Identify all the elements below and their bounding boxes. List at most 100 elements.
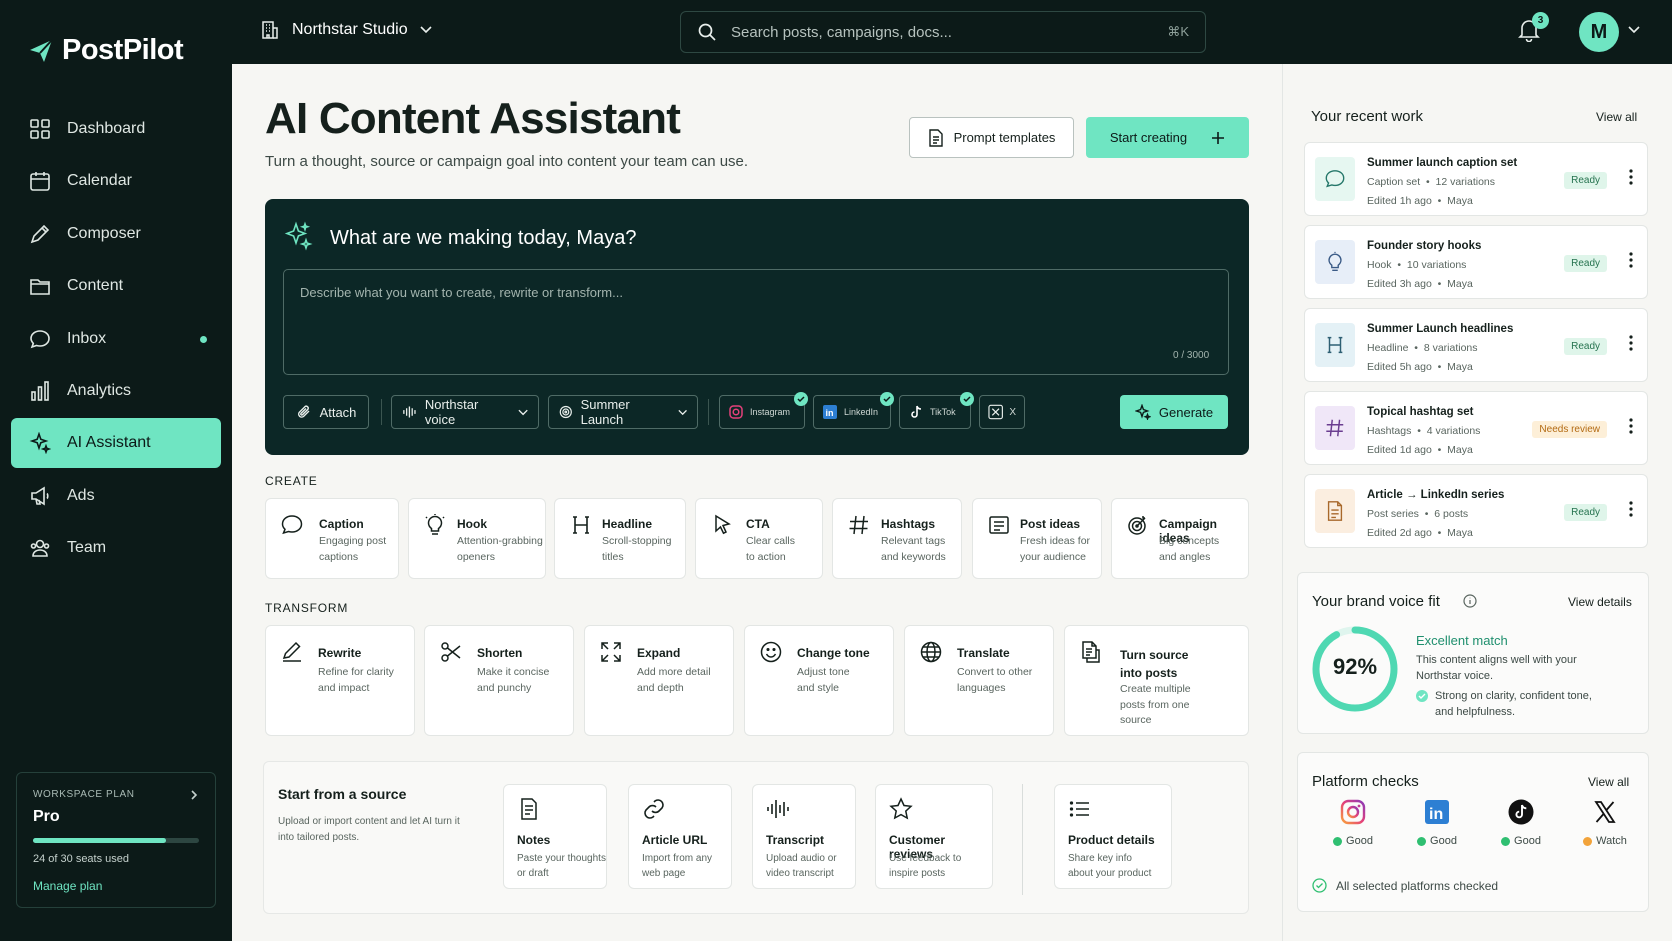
recent-item-title: Summer Launch headlines [1367, 323, 1514, 335]
prompt-textarea[interactable] [283, 269, 1229, 375]
card-title: Headline [602, 517, 653, 531]
status-dot [1583, 836, 1593, 846]
source-card-product-details[interactable]: Product details Share key info about your… [1054, 784, 1172, 889]
sidebar-item-inbox[interactable]: Inbox [11, 314, 221, 364]
card-title: Product details [1068, 833, 1155, 847]
kebab-menu-icon[interactable] [1629, 169, 1633, 185]
card-desc: Adjust tone and style [797, 666, 850, 694]
source-card-transcript[interactable]: Transcript Upload audio or video transcri… [752, 784, 856, 889]
recent-view-all-link[interactable]: View all [1596, 110, 1637, 124]
hashtag-icon [849, 515, 868, 535]
create-card-campaign-ideas[interactable]: Campaign ideas Big concepts and angles [1111, 498, 1249, 579]
smile-icon [760, 641, 782, 663]
create-heading: CREATE [265, 474, 318, 488]
sidebar-item-dashboard[interactable]: Dashboard [11, 104, 221, 154]
transform-card-translate[interactable]: Translate Convert to other languages [904, 625, 1054, 736]
sidebar-item-label: Composer [67, 224, 141, 242]
search-input[interactable] [731, 23, 1154, 41]
app-name: PostPilot [62, 34, 184, 66]
platform-check-x[interactable]: Watch [1570, 799, 1640, 847]
prompt-templates-button[interactable]: Prompt templates [909, 117, 1074, 158]
sparkle-icon [284, 221, 313, 251]
card-desc: Add more detail and depth [637, 666, 711, 694]
source-card-notes[interactable]: Notes Paste your thoughts or draft [503, 784, 607, 889]
platform-check-tiktok[interactable]: Good [1486, 799, 1556, 847]
create-card-headline[interactable]: Headline Scroll-stopping titles [554, 498, 686, 579]
pencil-icon [282, 641, 301, 662]
transform-card-rewrite[interactable]: Rewrite Refine for clarity and impact [265, 625, 415, 736]
transform-card-shorten[interactable]: Shorten Make it concise and punchy [424, 625, 574, 736]
sidebar-item-team[interactable]: Team [11, 523, 221, 573]
recent-item[interactable]: Founder story hooks Hook • 10 variations… [1304, 225, 1648, 299]
sidebar-item-ads[interactable]: Ads [11, 471, 221, 521]
chevron-down-icon[interactable] [1628, 26, 1640, 34]
source-card-customer-reviews[interactable]: Customer reviews Use feedback to inspire … [875, 784, 993, 889]
start-from-source-panel: Start from a source Upload or import con… [263, 761, 1249, 914]
recent-item[interactable]: Topical hashtag set Hashtags • 4 variati… [1304, 391, 1648, 465]
platform-chip-x[interactable]: X [979, 395, 1025, 429]
platform-view-all-link[interactable]: View all [1588, 775, 1629, 789]
recent-item[interactable]: Summer Launch headlines Headline • 8 var… [1304, 308, 1648, 382]
recent-item-edited: Edited 5h ago • Maya [1367, 361, 1473, 373]
attach-button[interactable]: Attach [283, 395, 369, 429]
recent-item[interactable]: Article → LinkedIn series Post series • … [1304, 474, 1648, 548]
source-card-article-url[interactable]: Article URL Import from any web page [628, 784, 732, 889]
heading-icon [1327, 336, 1343, 354]
generate-button[interactable]: Generate [1120, 395, 1228, 429]
recent-item-meta: Hook • 10 variations [1367, 259, 1467, 271]
campaign-select[interactable]: Summer Launch [548, 395, 698, 429]
transform-card-expand[interactable]: Expand Add more detail and depth [584, 625, 734, 736]
create-card-post-ideas[interactable]: Post ideas Fresh ideas for your audience [972, 498, 1102, 579]
card-desc: Fresh ideas for your audience [1020, 535, 1091, 563]
sidebar-item-analytics[interactable]: Analytics [11, 366, 221, 416]
waveform-icon [767, 800, 789, 818]
composer-panel: What are we making today, Maya? 0 / 3000… [265, 199, 1249, 455]
card-desc: Clear calls to action [746, 535, 796, 563]
kebab-menu-icon[interactable] [1629, 418, 1633, 434]
card-desc: Engaging post captions [319, 535, 387, 563]
recent-item[interactable]: Summer launch caption set Caption set • … [1304, 142, 1648, 216]
document-icon [928, 128, 943, 147]
recent-item-icon-box [1315, 489, 1355, 533]
manage-plan-link[interactable]: Manage plan [33, 879, 199, 893]
workspace-plan-card[interactable]: WORKSPACE PLAN Pro 24 of 30 seats used M… [16, 772, 216, 908]
grid-icon [30, 119, 50, 139]
create-card-caption[interactable]: Caption Engaging post captions [265, 498, 399, 579]
workspace-switcher[interactable]: Northstar Studio [260, 20, 432, 40]
sidebar-item-content[interactable]: Content [11, 261, 221, 311]
platform-chip-tiktok[interactable]: TikTok [899, 392, 974, 429]
sidebar-item-ai-assistant[interactable]: AI Assistant [11, 418, 221, 469]
create-card-hook[interactable]: Hook Attention-grabbing openers [408, 498, 546, 579]
platform-chip-instagram[interactable]: Instagram [719, 392, 808, 429]
create-card-cta[interactable]: CTA Clear calls to action [695, 498, 823, 579]
chevron-right-icon[interactable] [189, 789, 199, 801]
info-icon[interactable] [1463, 594, 1477, 608]
platform-check-instagram[interactable]: Good [1318, 799, 1388, 847]
scissors-icon [441, 642, 461, 662]
platform-checks-footer: All selected platforms checked [1336, 879, 1499, 893]
create-card-hashtags[interactable]: Hashtags Relevant tags and keywords [832, 498, 962, 579]
platform-chip-linkedin[interactable]: in LinkedIn [813, 392, 894, 429]
start-creating-button[interactable]: Start creating [1086, 117, 1249, 158]
transform-card-change-tone[interactable]: Change tone Adjust tone and style [744, 625, 894, 736]
view-details-link[interactable]: View details [1568, 595, 1632, 609]
voice-select[interactable]: Northstar voice [391, 395, 539, 429]
kebab-menu-icon[interactable] [1629, 252, 1633, 268]
kebab-menu-icon[interactable] [1629, 335, 1633, 351]
note-icon [521, 798, 537, 820]
folder-icon [30, 279, 50, 295]
transform-card-turn-source[interactable]: Turn source into posts Create multiple pos… [1064, 625, 1249, 736]
logo[interactable]: PostPilot [28, 34, 184, 67]
character-counter: 0 / 3000 [1173, 350, 1210, 361]
divider [381, 399, 382, 425]
sidebar-item-composer[interactable]: Composer [11, 209, 221, 259]
platform-check-linkedin[interactable]: in Good [1402, 799, 1472, 847]
paperclip-icon [297, 405, 310, 418]
avatar[interactable]: M [1579, 12, 1619, 52]
sidebar-item-calendar[interactable]: Calendar [11, 156, 221, 206]
card-title: Notes [517, 833, 551, 847]
card-desc: Upload audio or video transcript [766, 853, 837, 879]
kebab-menu-icon[interactable] [1629, 501, 1633, 517]
sparkle-icon [29, 432, 51, 455]
paper-plane-icon [30, 38, 53, 62]
